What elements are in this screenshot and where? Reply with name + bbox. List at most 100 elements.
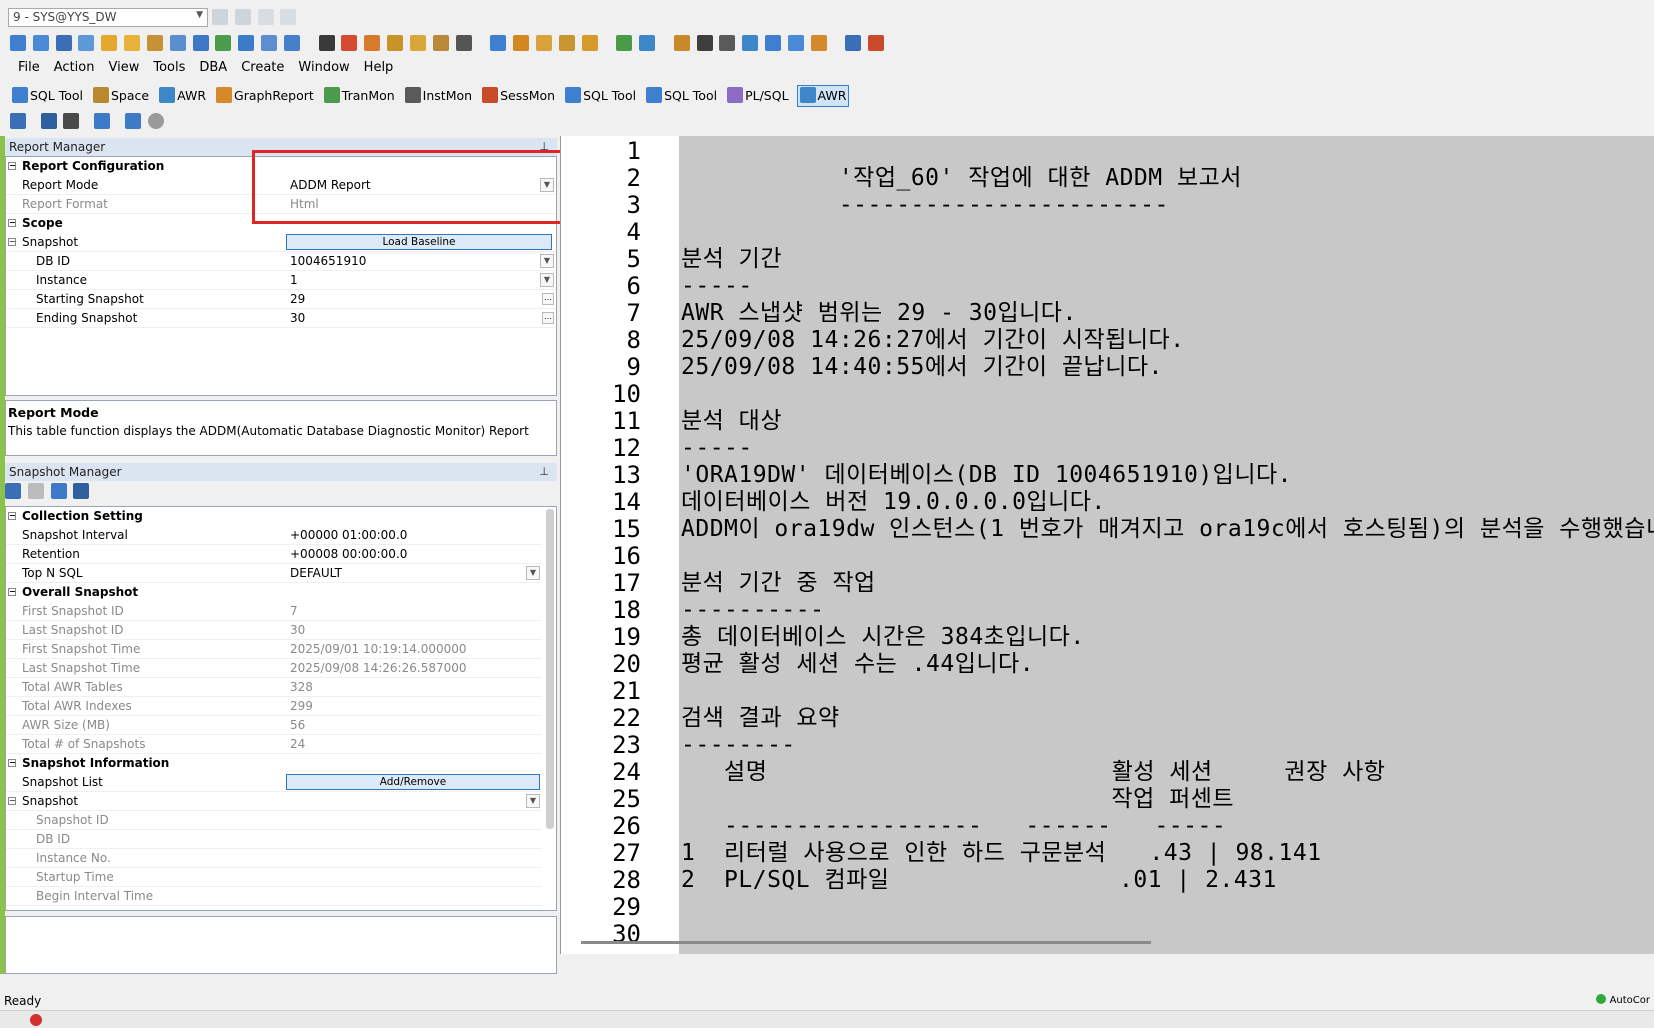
space-icon[interactable]	[387, 35, 404, 51]
run-icon[interactable]	[94, 113, 111, 129]
tab-instmon[interactable]: InstMon	[403, 86, 474, 106]
table-icon[interactable]	[169, 35, 186, 51]
restore-icon[interactable]	[581, 35, 598, 51]
export-icon[interactable]	[50, 483, 67, 499]
backup-icon[interactable]	[558, 35, 575, 51]
retention-row[interactable]: Retention +00008 00:00:00.0	[6, 545, 542, 564]
role-icon[interactable]	[696, 35, 713, 51]
sql-query-icon[interactable]	[32, 35, 49, 51]
tab-graph-report[interactable]: GraphReport	[214, 86, 316, 106]
index-icon[interactable]	[215, 35, 232, 51]
view-icon[interactable]	[192, 35, 209, 51]
chevron-down-icon[interactable]: ▼	[540, 273, 554, 287]
collapse-icon[interactable]: −	[8, 512, 16, 520]
tuning-icon[interactable]	[101, 35, 118, 51]
settings-icon[interactable]	[10, 113, 26, 129]
sql-icon[interactable]	[10, 35, 26, 51]
snapshot-select-row[interactable]: − Snapshot ▼	[6, 792, 542, 811]
sql-monitor-icon[interactable]	[318, 35, 335, 51]
list-icon[interactable]	[810, 35, 827, 51]
collapse-icon[interactable]: −	[8, 759, 16, 767]
top-n-sql-row[interactable]: Top N SQL DEFAULT ▼	[6, 564, 542, 583]
collapse-icon[interactable]: −	[8, 588, 16, 596]
import-icon[interactable]	[535, 35, 552, 51]
disconnect-icon[interactable]	[234, 9, 251, 25]
collapse-icon[interactable]: −	[8, 162, 16, 170]
category-collection-setting[interactable]: − Collection Setting	[6, 507, 542, 526]
tab-plsql[interactable]: PL/SQL	[725, 86, 790, 106]
menu-dba[interactable]: DBA	[199, 60, 227, 75]
chevron-down-icon[interactable]: ▼	[196, 10, 203, 20]
plan-icon[interactable]	[55, 35, 72, 51]
db-id-row[interactable]: DB ID 1004651910 ▼	[6, 252, 556, 271]
add-remove-button[interactable]: Add/Remove	[286, 774, 540, 790]
ash-icon[interactable]	[455, 35, 472, 51]
report-editor[interactable]: 1 2 3 4 5 6 7 8 9 10 11 12 13 14 15 16 17 18 19 20 21 22 23 24 2…	[560, 136, 1654, 954]
edit-icon[interactable]	[73, 483, 90, 499]
create-snapshot-icon[interactable]	[5, 483, 21, 499]
ending-snapshot-value[interactable]: 30	[288, 309, 552, 328]
ending-snapshot-row[interactable]: Ending Snapshot 30 …	[6, 309, 556, 328]
menu-file[interactable]: File	[18, 60, 40, 75]
window-icon[interactable]	[845, 35, 862, 51]
sequence-icon[interactable]	[238, 35, 255, 51]
refresh-icon[interactable]	[124, 113, 141, 129]
tab-sessmon[interactable]: SessMon	[480, 86, 557, 106]
ellipsis-button[interactable]: …	[542, 312, 554, 324]
db-id-value[interactable]: 1004651910	[288, 252, 552, 271]
tab-sql-tool-3[interactable]: SQL Tool	[644, 86, 719, 106]
grid-icon[interactable]	[719, 35, 736, 51]
apply-icon[interactable]	[27, 483, 44, 499]
menu-view[interactable]: View	[108, 60, 139, 75]
script-icon[interactable]	[78, 35, 95, 51]
menu-help[interactable]: Help	[364, 60, 394, 75]
category-overall-snapshot[interactable]: − Overall Snapshot	[6, 583, 542, 602]
database-icon[interactable]	[146, 35, 163, 51]
compare-icon[interactable]	[490, 35, 507, 51]
tab-space[interactable]: Space	[91, 86, 151, 106]
lock-icon[interactable]	[364, 35, 381, 51]
pin-icon[interactable]: ⊥	[539, 463, 549, 481]
tab-awr-2[interactable]: AWR	[796, 85, 850, 107]
ellipsis-button[interactable]: …	[542, 293, 554, 305]
save-icon[interactable]	[40, 113, 57, 129]
chevron-down-icon[interactable]: ▼	[526, 566, 540, 580]
menu-action[interactable]: Action	[54, 60, 95, 75]
report-icon[interactable]	[639, 35, 656, 51]
collapse-icon[interactable]: −	[8, 238, 16, 246]
commit-icon[interactable]	[257, 9, 274, 25]
collapse-icon[interactable]: −	[8, 797, 16, 805]
connect-icon[interactable]	[212, 9, 228, 25]
privilege-icon[interactable]	[742, 35, 759, 51]
connection-select[interactable]: 9 - SYS@YYS_DW ▼	[8, 8, 208, 27]
tablespace-icon[interactable]	[432, 35, 449, 51]
export-icon[interactable]	[513, 35, 530, 51]
menu-tools[interactable]: Tools	[153, 60, 185, 75]
starting-snapshot-row[interactable]: Starting Snapshot 29 …	[6, 290, 556, 309]
object-icon[interactable]	[124, 35, 141, 51]
session-icon[interactable]	[341, 35, 358, 51]
tab-sql-tool-2[interactable]: SQL Tool	[563, 86, 638, 106]
tab-awr-1[interactable]: AWR	[157, 86, 208, 106]
storage-icon[interactable]	[409, 35, 426, 51]
menu-window[interactable]: Window	[298, 60, 349, 75]
starting-snapshot-value[interactable]: 29	[288, 290, 552, 309]
chevron-down-icon[interactable]: ▼	[526, 794, 540, 808]
chart-icon[interactable]	[616, 35, 633, 51]
collapse-icon[interactable]: −	[8, 219, 16, 227]
alert-icon[interactable]	[868, 35, 885, 51]
tab-sql-tool-1[interactable]: SQL Tool	[10, 86, 85, 106]
vertical-scrollbar[interactable]	[546, 509, 554, 829]
tab-tranmon[interactable]: TranMon	[322, 86, 397, 106]
instance-value[interactable]: 1	[288, 271, 552, 290]
load-baseline-button[interactable]: Load Baseline	[286, 234, 552, 250]
chevron-down-icon[interactable]: ▼	[540, 254, 554, 268]
print-icon[interactable]	[63, 113, 80, 129]
rollback-icon[interactable]	[280, 9, 297, 25]
stop-icon[interactable]	[147, 113, 164, 129]
config-icon[interactable]	[787, 35, 804, 51]
audit-icon[interactable]	[764, 35, 781, 51]
procedure-icon[interactable]	[283, 35, 300, 51]
snapshot-interval-row[interactable]: Snapshot Interval +00000 01:00:00.0	[6, 526, 542, 545]
instance-row[interactable]: Instance 1 ▼	[6, 271, 556, 290]
